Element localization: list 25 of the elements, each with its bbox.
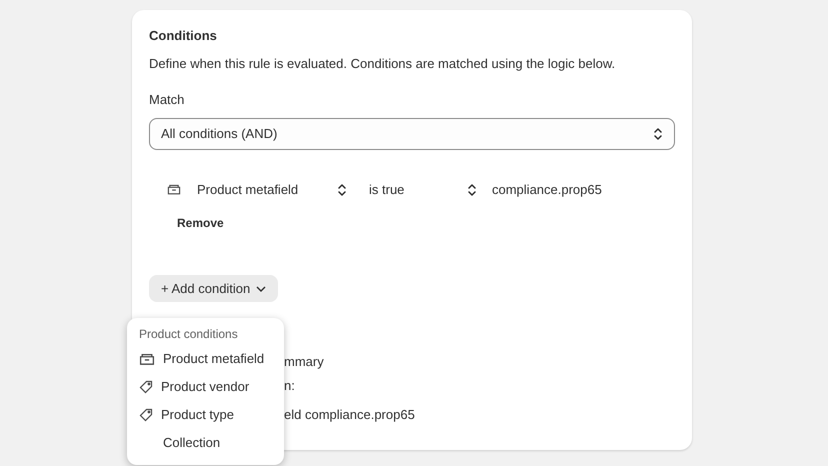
menu-item[interactable]: Product vendor [133,373,278,401]
summary-text: mmary [284,353,325,371]
chevron-down-icon [256,286,266,292]
operator-select[interactable]: is true [369,180,467,200]
summary-text: n: [284,376,296,394]
description: Define when this rule is evaluated. Conditions are matched using the logic below. [149,56,616,72]
tag-icon [139,408,153,422]
menu-item[interactable]: Product metafield [133,345,278,373]
box-icon [167,184,181,196]
match-select[interactable]: All conditions (AND) [149,118,675,150]
updown-icon [467,183,477,197]
tag-icon [139,380,153,394]
summary-text: eld compliance.prop65 [284,406,416,424]
box-icon [139,352,155,366]
value-text: compliance.prop65 [492,181,602,200]
updown-icon [653,127,663,141]
field-select[interactable]: Product metafield [197,180,337,200]
menu-heading: Product conditions [138,326,239,342]
updown-icon [337,183,347,197]
menu-item[interactable]: Product type [133,401,278,429]
match-label: Match [149,92,186,108]
menu-item[interactable]: Collection [133,429,278,457]
remove-button[interactable]: Remove [177,214,224,232]
section-title: Conditions [149,28,218,44]
add-condition-button[interactable]: + Add condition [149,275,278,302]
